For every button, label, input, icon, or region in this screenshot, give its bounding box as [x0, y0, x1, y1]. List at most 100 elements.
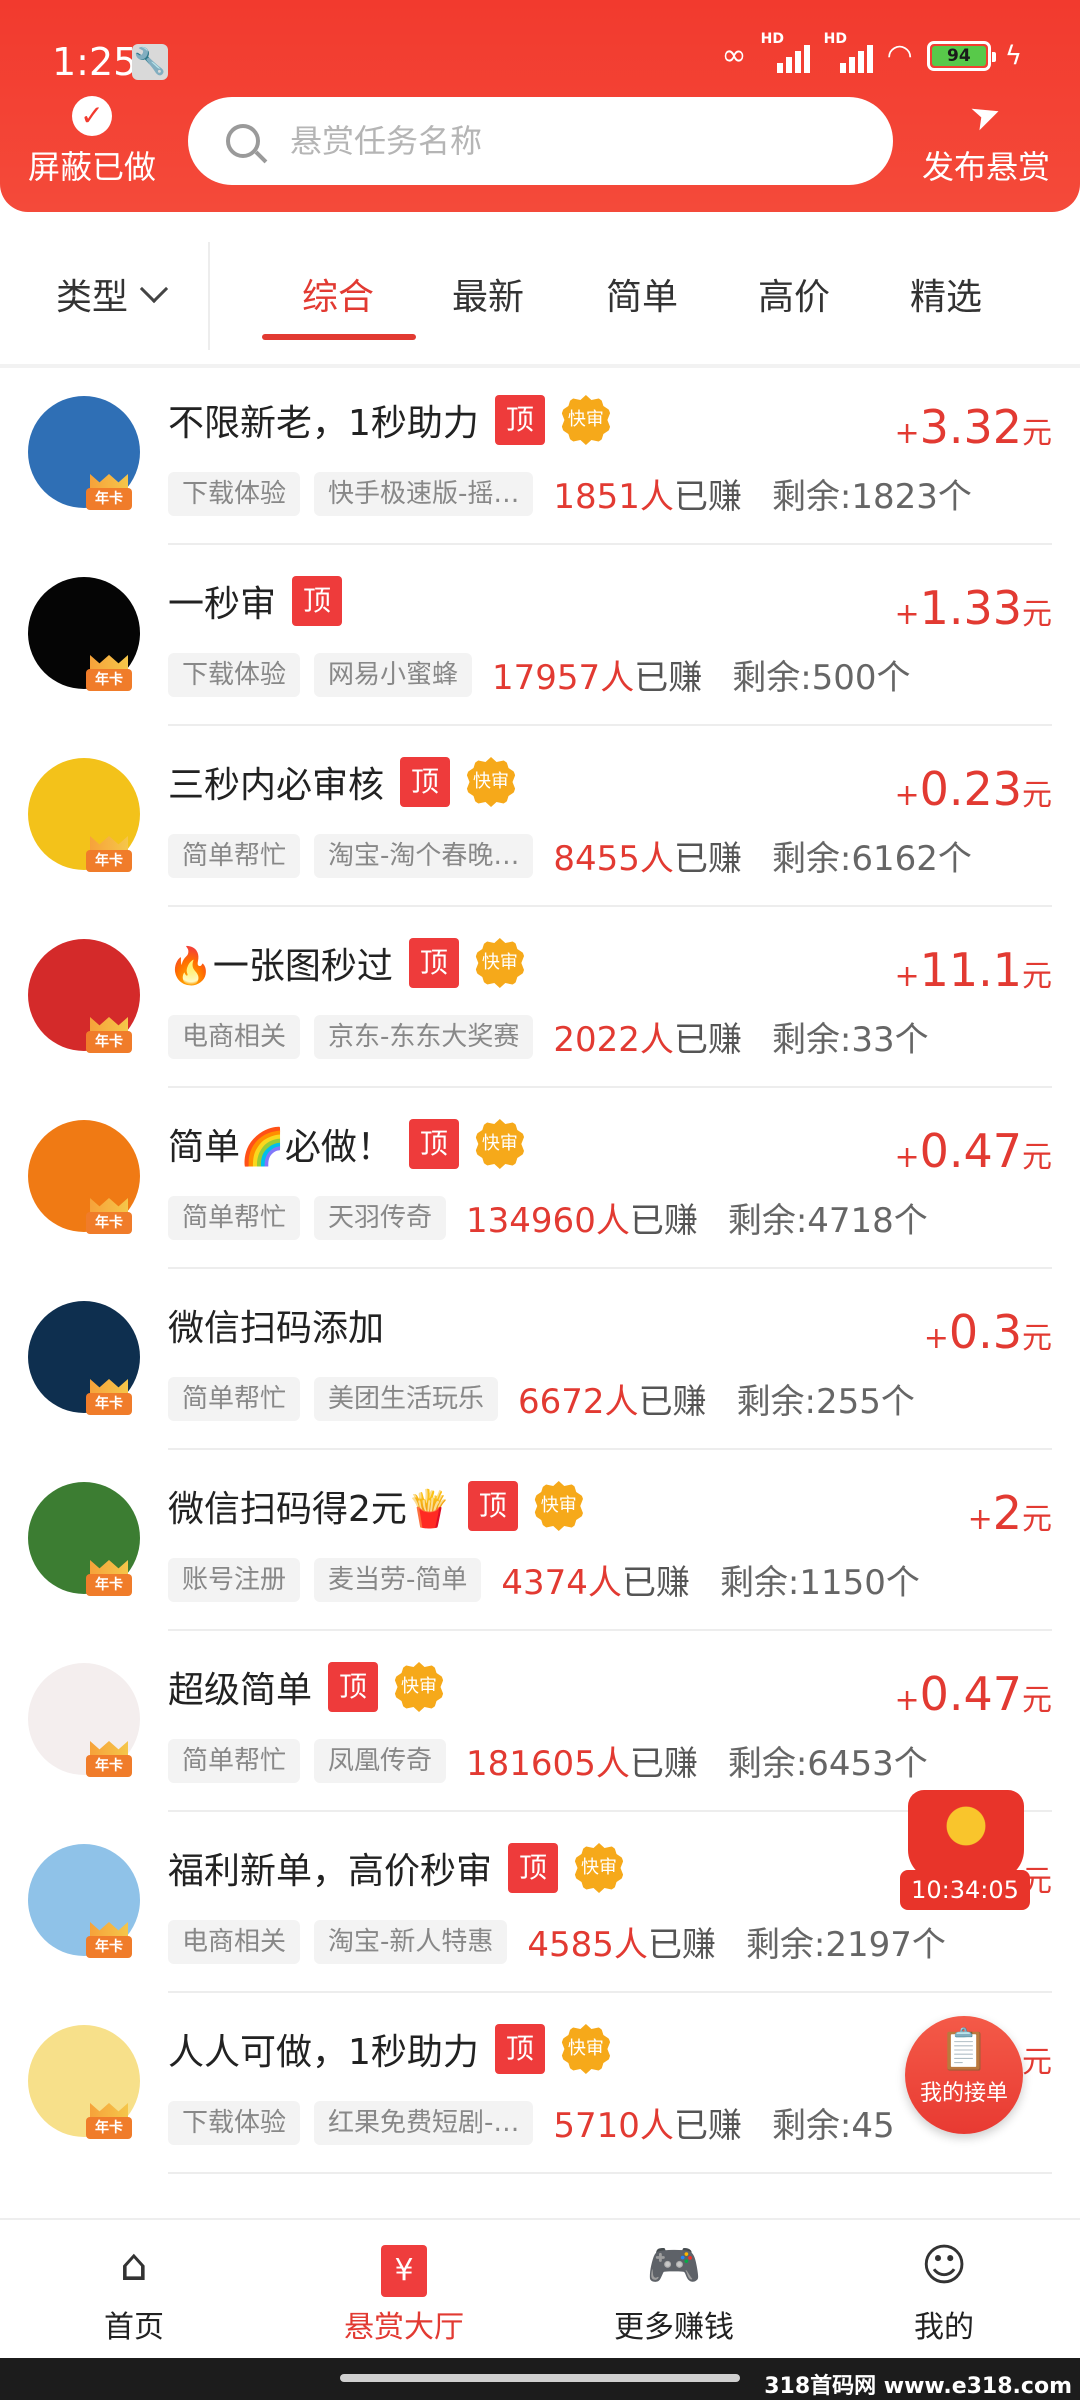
fast-review-badge: 快审 [394, 1662, 445, 1712]
wrench-icon: 🔧 [132, 44, 168, 80]
task-row[interactable]: 年卡 🔥一张图秒过顶快审 电商相关 京东-东东大奖赛 2022人已赚 剩余:33… [0, 907, 1080, 1088]
earned-count: 1851人已赚 [553, 477, 742, 517]
remaining-count: 剩余:1823个 [771, 477, 972, 517]
task-title-line: 福利新单，高价秒审顶快审 [168, 1842, 625, 1894]
task-title: 一秒审 [168, 584, 277, 625]
crown-icon: 年卡 [86, 1560, 132, 1600]
task-row[interactable]: 年卡 三秒内必审核顶快审 简单帮忙 淘宝-淘个春晚… 8455人已赚 剩余:61… [0, 726, 1080, 907]
earned-count: 4374人已赚 [501, 1563, 690, 1603]
signal-icon-2: HD [824, 31, 873, 73]
task-meta: 电商相关 淘宝-新人特惠 4585人已赚 剩余:2197个 [168, 1917, 946, 1966]
task-row[interactable]: 年卡 超级简单顶快审 简单帮忙 凤凰传奇 181605人已赚 剩余:6453个 … [0, 1631, 1080, 1812]
tab-high-price[interactable]: 高价 [758, 268, 830, 320]
earned-count: 4585人已赚 [527, 1925, 716, 1965]
watermark: 318首码网 www.e318.com [764, 2374, 1072, 2399]
nav-home[interactable]: ⌂ 首页 [34, 2238, 234, 2346]
earned-count: 2022人已赚 [553, 1020, 742, 1060]
task-title: 人人可做，1秒助力 [168, 2032, 479, 2073]
task-title: 三秒内必审核 [168, 765, 385, 806]
task-row[interactable]: 年卡 简单🌈必做！ 顶快审 简单帮忙 天羽传奇 134960人已赚 剩余:4718… [0, 1088, 1080, 1269]
remaining-count: 剩余:4718个 [727, 1201, 928, 1241]
category-tag: 简单帮忙 [168, 1195, 301, 1240]
link-icon: ∞ [721, 38, 747, 73]
status-time: 1:25 [52, 40, 138, 84]
task-meta: 下载体验 网易小蜜蜂 17957人已赚 剩余:500个 [168, 650, 911, 699]
crown-icon: 年卡 [86, 1198, 132, 1238]
task-row[interactable]: 年卡 一秒审顶 下载体验 网易小蜜蜂 17957人已赚 剩余:500个 +1.3… [0, 545, 1080, 726]
task-meta: 简单帮忙 凤凰传奇 181605人已赚 剩余:6453个 [168, 1736, 928, 1785]
task-title-line: 一秒审顶 [168, 575, 343, 627]
bottom-nav: ⌂ 首页 ¥ 悬赏大厅 🎮 更多赚钱 ☺ 我的 [0, 2218, 1080, 2358]
app-tag: 淘宝-新人特惠 [314, 1919, 508, 1964]
user-icon: ☺ [921, 2240, 967, 2291]
task-row[interactable]: 年卡 不限新老，1秒助力顶快审 下载体验 快手极速版-摇… 1851人已赚 剩余… [0, 364, 1080, 545]
fast-review-badge: 快审 [533, 1481, 584, 1531]
red-envelope-widget[interactable]: 10:34:05 [900, 1790, 1030, 1915]
task-title: 超级简单 [168, 1670, 313, 1711]
publish-reward-button[interactable]: ➤ 发布悬赏 [916, 91, 1056, 188]
category-tag: 电商相关 [168, 1014, 301, 1059]
search-input[interactable] [290, 122, 850, 160]
tab-latest[interactable]: 最新 [452, 268, 524, 320]
tab-comprehensive[interactable]: 综合 [302, 268, 374, 320]
remaining-count: 剩余:33个 [771, 1020, 929, 1060]
reward-amount: +1.33元 [894, 581, 1052, 635]
charging-icon: ϟ [1004, 40, 1022, 71]
task-list: 年卡 不限新老，1秒助力顶快审 下载体验 快手极速版-摇… 1851人已赚 剩余… [0, 364, 1080, 2220]
app-tag: 天羽传奇 [314, 1195, 447, 1240]
task-title: 福利新单，高价秒审 [168, 1851, 493, 1892]
task-row[interactable]: 年卡 微信扫码添加 简单帮忙 美团生活玩乐 6672人已赚 剩余:255个 +0… [0, 1269, 1080, 1450]
task-title: 微信扫码添加 [168, 1308, 385, 1349]
earned-count: 17957人已赚 [492, 658, 703, 698]
task-meta: 账号注册 麦当劳-简单 4374人已赚 剩余:1150个 [168, 1555, 920, 1604]
crown-icon: 年卡 [86, 655, 132, 695]
nav-reward-hall[interactable]: ¥ 悬赏大厅 [304, 2238, 504, 2346]
category-tag: 账号注册 [168, 1557, 301, 1602]
remaining-count: 剩余:2197个 [745, 1925, 946, 1965]
fast-review-badge: 快审 [574, 1843, 625, 1893]
app-tag: 麦当劳-简单 [314, 1557, 482, 1602]
search-bar[interactable] [188, 97, 893, 185]
app-tag: 快手极速版-摇… [314, 471, 534, 516]
task-title: 🔥一张图秒过 [168, 946, 393, 987]
signal-icon: HD [761, 31, 810, 73]
nav-mine[interactable]: ☺ 我的 [844, 2238, 1044, 2346]
task-meta: 下载体验 红果免费短剧-… 5710人已赚 剩余:45 [168, 2098, 895, 2147]
reward-amount: +0.47元 [894, 1667, 1052, 1721]
my-orders-button[interactable]: 📋 我的接单 [905, 2016, 1023, 2134]
task-title-line: 🔥一张图秒过顶快审 [168, 937, 525, 989]
my-orders-label: 我的接单 [919, 2081, 1008, 2106]
app-tag: 网易小蜜蜂 [314, 652, 473, 697]
task-meta: 电商相关 京东-东东大奖赛 2022人已赚 剩余:33个 [168, 1012, 929, 1061]
task-title-line: 三秒内必审核顶快审 [168, 756, 517, 808]
type-dropdown[interactable]: 类型 [56, 268, 169, 320]
top-badge: 顶 [408, 1119, 459, 1169]
reward-amount: +11.1元 [894, 943, 1052, 997]
category-tag: 下载体验 [168, 471, 301, 516]
nav-mine-label: 我的 [914, 2310, 974, 2345]
gamepad-icon: 🎮 [646, 2240, 702, 2291]
crown-icon: 年卡 [86, 1379, 132, 1419]
task-title-line: 微信扫码得2元🍟 顶快审 [168, 1480, 584, 1532]
status-icons: ∞ HD HD ◠ 94 ϟ [721, 31, 1022, 74]
crown-icon: 年卡 [86, 2103, 132, 2143]
fast-review-badge: 快审 [466, 757, 517, 807]
tab-simple[interactable]: 简单 [606, 268, 678, 320]
category-tag: 简单帮忙 [168, 833, 301, 878]
category-tag: 下载体验 [168, 2100, 301, 2145]
task-row[interactable]: 年卡 微信扫码得2元🍟 顶快审 账号注册 麦当劳-简单 4374人已赚 剩余:11… [0, 1450, 1080, 1631]
remaining-count: 剩余:6453个 [727, 1744, 928, 1784]
app-tag: 红果免费短剧-… [314, 2100, 534, 2145]
task-meta: 简单帮忙 天羽传奇 134960人已赚 剩余:4718个 [168, 1193, 928, 1242]
top-badge: 顶 [494, 395, 545, 445]
category-tag: 下载体验 [168, 652, 301, 697]
home-indicator[interactable] [340, 2374, 740, 2382]
tab-selected[interactable]: 精选 [910, 268, 982, 320]
app-tag: 淘宝-淘个春晚… [314, 833, 534, 878]
hide-done-button[interactable]: ✓ 屏蔽已做 [22, 96, 162, 188]
reward-amount: +0.23元 [894, 762, 1052, 816]
reward-amount: +2元 [967, 1486, 1052, 1540]
reward-amount: +0.3元 [923, 1305, 1052, 1359]
top-badge: 顶 [408, 938, 459, 988]
nav-more-earn[interactable]: 🎮 更多赚钱 [574, 2238, 774, 2346]
